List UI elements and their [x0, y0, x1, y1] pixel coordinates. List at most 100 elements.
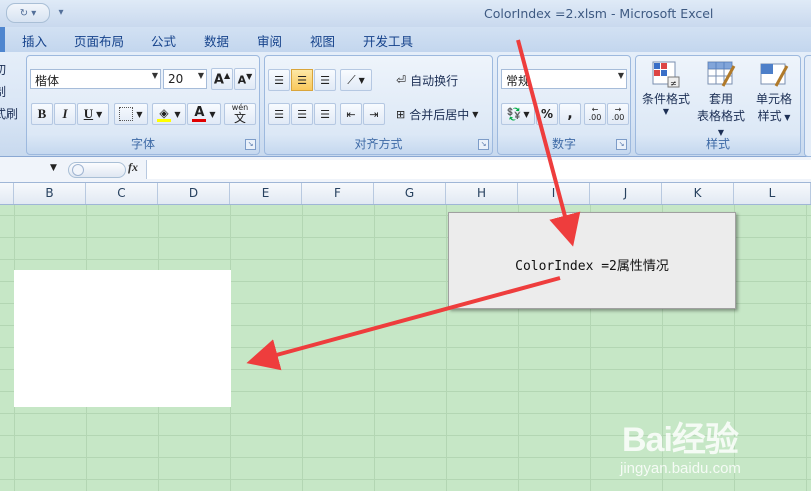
- accounting-format-button[interactable]: 💱 ▼: [501, 103, 535, 125]
- tab-home-edge[interactable]: [0, 27, 5, 52]
- column-header-a-edge[interactable]: [0, 183, 14, 204]
- column-header-g[interactable]: G: [374, 183, 446, 204]
- chevron-down-icon: ▼: [358, 75, 365, 85]
- number-format-select[interactable]: 常规 ▼: [501, 69, 627, 89]
- font-dialog-launcher[interactable]: ↘: [245, 139, 256, 150]
- styles-group-label: 样式: [705, 137, 730, 151]
- format-painter-button[interactable]: 式刷: [0, 105, 18, 122]
- phonetic-button[interactable]: wén 文: [224, 103, 256, 125]
- cells-group-edge: [804, 55, 811, 157]
- align-center-button[interactable]: ☰: [291, 103, 313, 125]
- column-header-d[interactable]: D: [158, 183, 230, 204]
- fill-color-button[interactable]: ◈ ▼: [152, 103, 186, 125]
- column-header-j[interactable]: J: [590, 183, 662, 204]
- comma-button[interactable]: ,: [559, 103, 581, 125]
- resize-handle-icon: [72, 164, 84, 176]
- clipboard-group-partial: 切 制 式刷: [0, 55, 22, 155]
- column-header-c[interactable]: C: [86, 183, 158, 204]
- tab-page-layout[interactable]: 页面布局: [74, 31, 124, 50]
- svg-text:≠: ≠: [670, 79, 677, 88]
- format-as-table-button[interactable]: 套用 表格格式 ▼: [693, 60, 749, 138]
- title-bar: ↻ ▾ ▾ ColorIndex =2.xlsm - Microsoft Exc…: [0, 0, 811, 27]
- percent-button[interactable]: %: [536, 103, 558, 125]
- text-orientation-icon: ⟋: [347, 72, 356, 87]
- decrease-indent-button[interactable]: ⇤: [340, 103, 362, 125]
- borders-button[interactable]: ▼: [114, 103, 148, 125]
- increase-indent-button[interactable]: ⇥: [363, 103, 385, 125]
- formula-input[interactable]: [146, 160, 811, 179]
- font-color-button[interactable]: A ▼: [187, 103, 221, 125]
- ribbon: 切 制 式刷 楷体 ▼ 20 ▼ A▲ A▼ B I U ▼ ▼ ◈ ▼ A ▼…: [0, 52, 811, 157]
- wrap-text-button[interactable]: ⏎ 自动换行: [395, 69, 490, 91]
- tab-view[interactable]: 视图: [310, 31, 335, 50]
- merge-center-button[interactable]: ⊞ 合并后居中 ▼: [395, 103, 490, 125]
- shrink-font-button[interactable]: A▼: [234, 68, 256, 90]
- align-bottom-icon: ☰: [320, 73, 330, 87]
- alignment-group-label: 对齐方式: [354, 137, 403, 151]
- align-left-button[interactable]: ☰: [268, 103, 290, 125]
- column-header-i[interactable]: I: [518, 183, 590, 204]
- number-dialog-launcher[interactable]: ↘: [616, 139, 627, 150]
- alignment-group: ☰ ☰ ☰ ⟋ ▼ ⏎ 自动换行 ☰ ☰ ☰ ⇤ ⇥ ⊞ 合并后居中 ▼ 对齐方…: [264, 55, 493, 155]
- decrease-indent-icon: ⇤: [346, 107, 356, 121]
- cut-button[interactable]: 切: [0, 61, 6, 78]
- white-filled-range[interactable]: [14, 270, 231, 407]
- tab-data[interactable]: 数据: [204, 31, 229, 50]
- increase-indent-icon: ⇥: [369, 107, 379, 121]
- font-name-select[interactable]: 楷体 ▼: [30, 69, 161, 89]
- column-header-h[interactable]: H: [446, 183, 518, 204]
- orientation-button[interactable]: ⟋ ▼: [340, 69, 372, 91]
- align-bottom-button[interactable]: ☰: [314, 69, 336, 91]
- customize-qat-button[interactable]: ▾: [54, 3, 68, 21]
- align-middle-button[interactable]: ☰: [291, 69, 313, 91]
- tab-formulas[interactable]: 公式: [151, 31, 176, 50]
- chevron-down-icon: ▼: [662, 107, 670, 116]
- insert-function-button[interactable]: fx: [122, 160, 144, 178]
- chevron-down-icon: ▼: [136, 109, 143, 119]
- font-group: 楷体 ▼ 20 ▼ A▲ A▼ B I U ▼ ▼ ◈ ▼ A ▼ wén 文 …: [26, 55, 260, 155]
- align-right-icon: ☰: [320, 107, 330, 121]
- formula-bar-handle[interactable]: [68, 162, 126, 178]
- bold-button[interactable]: B: [31, 103, 53, 125]
- number-group: 常规 ▼ 💱 ▼ % , ← .00 → .00 数字 ↘: [497, 55, 631, 155]
- conditional-format-icon: ≠: [651, 60, 681, 88]
- chevron-down-icon: ▼: [151, 71, 158, 80]
- column-header-k[interactable]: K: [662, 183, 734, 204]
- font-size-select[interactable]: 20 ▼: [163, 69, 207, 89]
- redo-button[interactable]: ↻ ▾: [6, 3, 50, 23]
- increase-decimal-icon: ← .00: [588, 105, 602, 122]
- baidu-watermark: Bai经验 jingyan.baidu.com: [620, 410, 810, 490]
- italic-button[interactable]: I: [54, 103, 76, 125]
- tab-developer[interactable]: 开发工具: [363, 31, 413, 50]
- column-header-f[interactable]: F: [302, 183, 374, 204]
- column-header-b[interactable]: B: [14, 183, 86, 204]
- border-icon: [119, 107, 134, 121]
- align-top-button[interactable]: ☰: [268, 69, 290, 91]
- formula-bar: ▼ fx: [0, 157, 811, 183]
- styles-group: ≠ 条件格式 ▼ 套用 表格格式 ▼ 单元格 样式 ▼ 样式: [635, 55, 801, 155]
- underline-button[interactable]: U ▼: [77, 103, 109, 125]
- decrease-decimal-button[interactable]: → .00: [607, 103, 629, 125]
- chevron-down-icon: ▼: [617, 71, 624, 80]
- alignment-dialog-launcher[interactable]: ↘: [478, 139, 489, 150]
- conditional-format-button[interactable]: ≠ 条件格式 ▼: [639, 60, 693, 116]
- currency-icon: 💱: [506, 107, 522, 121]
- font-group-label: 字体: [130, 137, 155, 151]
- column-header-l[interactable]: L: [734, 183, 811, 204]
- font-color-icon: A: [192, 105, 207, 122]
- copy-button[interactable]: 制: [0, 83, 6, 100]
- increase-decimal-button[interactable]: ← .00: [584, 103, 606, 125]
- tab-review[interactable]: 审阅: [257, 31, 282, 50]
- message-text: ColorIndex =2属性情况: [515, 259, 669, 274]
- window-title: ColorIndex =2.xlsm - Microsoft Excel: [484, 6, 714, 21]
- cell-styles-button[interactable]: 单元格 样式 ▼: [749, 60, 799, 124]
- cell-styles-icon: [759, 60, 789, 88]
- merge-center-icon: ⊞: [396, 107, 406, 121]
- column-header-e[interactable]: E: [230, 183, 302, 204]
- grow-font-button[interactable]: A▲: [211, 68, 233, 90]
- grow-font-icon: A▲: [213, 70, 231, 88]
- name-box-dropdown[interactable]: ▼: [50, 163, 57, 173]
- tab-insert[interactable]: 插入: [22, 31, 47, 50]
- align-right-button[interactable]: ☰: [314, 103, 336, 125]
- align-middle-icon: ☰: [297, 73, 307, 87]
